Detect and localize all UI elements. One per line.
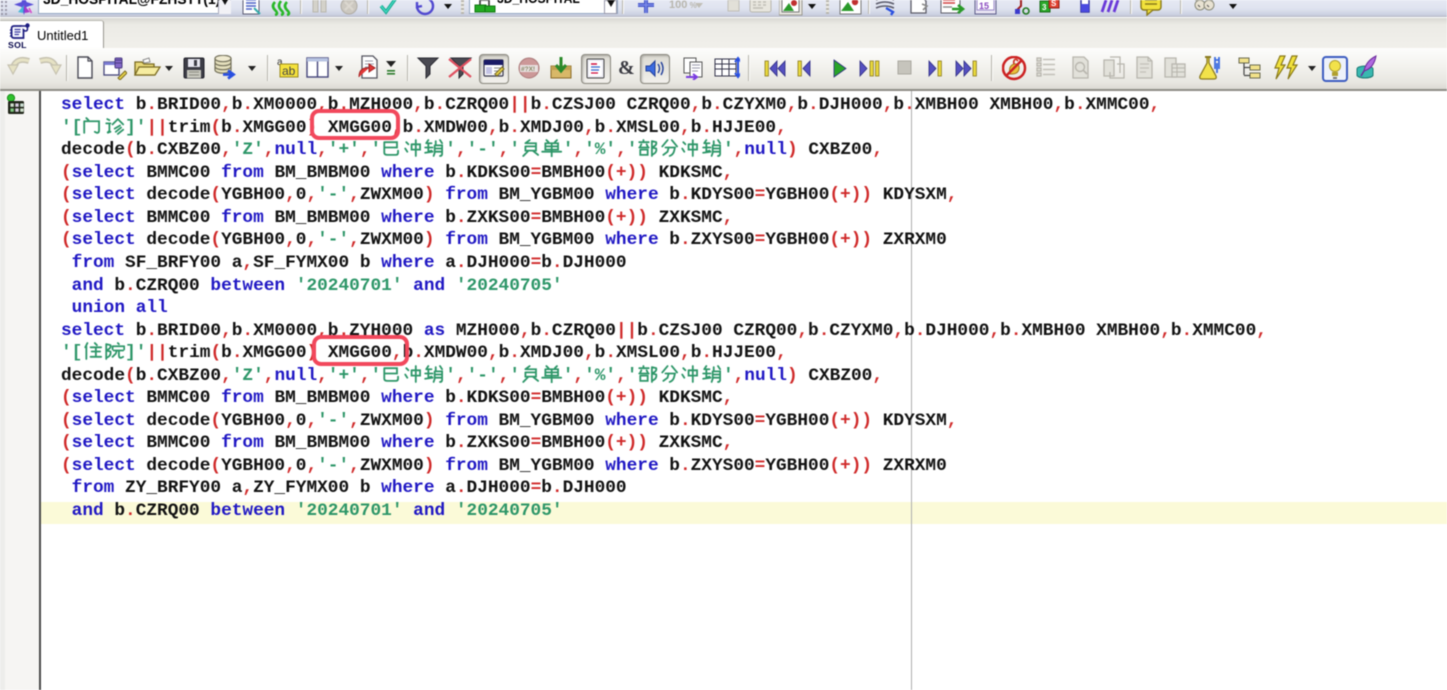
svg-text:S: S: [1051, 0, 1057, 8]
svg-text:15: 15: [979, 1, 989, 11]
svg-text:#?X!: #?X!: [521, 66, 535, 73]
svg-text:ab: ab: [282, 64, 296, 78]
svg-text:3: 3: [1042, 3, 1047, 12]
